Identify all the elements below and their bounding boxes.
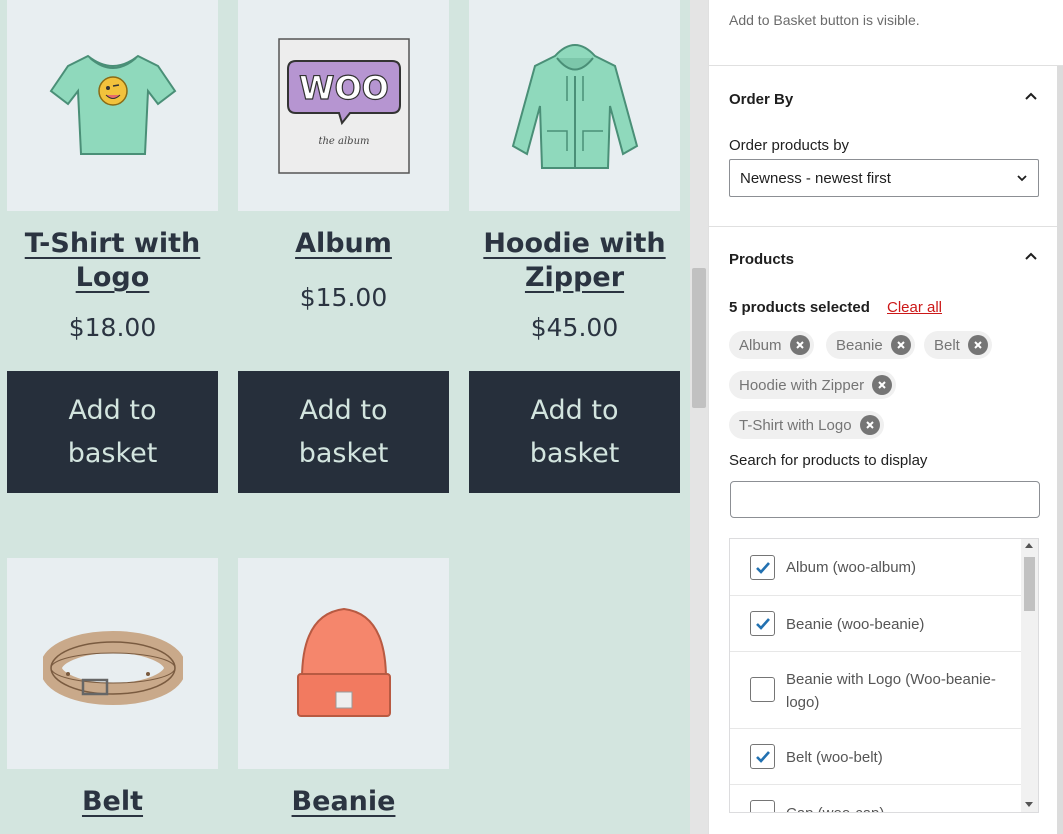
products-panel-toggle[interactable]: Products bbox=[729, 251, 794, 268]
list-item-label: Beanie (woo-beanie) bbox=[786, 616, 925, 633]
list-item-label: Cap (woo-cap) bbox=[786, 802, 1006, 812]
product-image[interactable]: WOO the album bbox=[238, 0, 449, 211]
list-item[interactable]: Belt (woo-belt) bbox=[730, 729, 1022, 785]
visibility-section: Add to Basket button is visible. bbox=[709, 0, 1063, 66]
sidebar-scrollbar[interactable] bbox=[1057, 66, 1063, 834]
product-title[interactable]: Album bbox=[238, 227, 449, 261]
checkbox-checked[interactable] bbox=[750, 555, 775, 580]
tshirt-icon bbox=[49, 54, 176, 155]
list-item[interactable]: Beanie (woo-beanie) bbox=[730, 596, 1022, 652]
checkbox-unchecked[interactable] bbox=[750, 800, 775, 812]
list-scrollbar[interactable] bbox=[1021, 539, 1038, 812]
help-text: Add to Basket button is visible. bbox=[729, 12, 920, 28]
album-caption: the album bbox=[318, 136, 369, 147]
product-image[interactable] bbox=[7, 0, 218, 211]
belt-icon bbox=[42, 630, 183, 705]
list-item-label: Album (woo-album) bbox=[786, 559, 917, 576]
product-title[interactable]: Belt bbox=[7, 785, 218, 819]
album-logo-text: WOO bbox=[299, 69, 389, 107]
order-by-panel: Order By Order products by Newness - new… bbox=[709, 66, 1063, 227]
order-by-panel-toggle[interactable]: Order By bbox=[729, 91, 793, 108]
list-item[interactable]: Cap (woo-cap) bbox=[730, 785, 1022, 812]
order-by-label: Order products by bbox=[729, 137, 850, 154]
beanie-icon bbox=[296, 607, 391, 717]
product-card-hoodie: Hoodie with Zipper $45.00 Add to basket bbox=[469, 0, 680, 493]
product-title[interactable]: Beanie bbox=[238, 785, 449, 819]
list-item[interactable]: Album (woo-album) bbox=[730, 539, 1022, 596]
scroll-down-icon[interactable] bbox=[1025, 802, 1033, 807]
product-card-beanie: Beanie bbox=[238, 558, 449, 819]
product-image[interactable] bbox=[7, 558, 218, 769]
chip-label: T-Shirt with Logo bbox=[739, 416, 852, 434]
remove-chip-icon[interactable] bbox=[789, 335, 810, 355]
order-by-select[interactable]: Newness - newest first bbox=[729, 159, 1039, 197]
checkbox-checked[interactable] bbox=[750, 611, 775, 636]
checkmark-icon bbox=[755, 750, 770, 763]
hoodie-icon bbox=[511, 43, 638, 169]
product-title[interactable]: T-Shirt with Logo bbox=[7, 227, 218, 295]
checkmark-icon bbox=[755, 617, 770, 630]
checkmark-icon bbox=[755, 561, 770, 574]
product-title[interactable]: Hoodie with Zipper bbox=[469, 227, 680, 295]
chip-label: Belt bbox=[934, 336, 960, 354]
remove-chip-icon[interactable] bbox=[967, 335, 988, 355]
chevron-down-icon bbox=[1017, 175, 1027, 182]
clear-all-link[interactable]: Clear all bbox=[887, 299, 942, 316]
product-price: $45.00 bbox=[530, 313, 619, 342]
product-price: $18.00 bbox=[68, 313, 157, 342]
chevron-up-icon[interactable] bbox=[1024, 91, 1038, 101]
order-by-value: Newness - newest first bbox=[740, 169, 891, 187]
remove-chip-icon[interactable] bbox=[859, 415, 880, 435]
canvas-scrollbar-thumb[interactable] bbox=[692, 268, 706, 408]
remove-chip-icon[interactable] bbox=[872, 375, 893, 395]
selected-product-chip: Hoodie with Zipper bbox=[729, 371, 897, 399]
list-item-label: Belt (woo-belt) bbox=[786, 749, 883, 766]
product-card-belt: Belt bbox=[7, 558, 218, 819]
remove-chip-icon[interactable] bbox=[890, 335, 911, 355]
add-to-basket-button[interactable]: Add to basket bbox=[238, 371, 449, 493]
list-item-label: Beanie with Logo (Woo-beanie-logo) bbox=[786, 671, 996, 711]
product-price: $15.00 bbox=[299, 283, 388, 312]
chip-label: Hoodie with Zipper bbox=[739, 376, 865, 394]
selected-count: 5 products selected bbox=[729, 299, 870, 316]
checkbox-unchecked[interactable] bbox=[750, 677, 775, 702]
scroll-up-icon[interactable] bbox=[1025, 543, 1033, 548]
selected-product-chip: Belt bbox=[924, 331, 992, 359]
chip-label: Album bbox=[739, 336, 782, 354]
selected-product-chip: T-Shirt with Logo bbox=[729, 411, 884, 439]
chip-label: Beanie bbox=[836, 336, 883, 354]
product-checkbox-list: Album (woo-album) Beanie (woo-beanie) Be… bbox=[729, 538, 1039, 813]
add-to-basket-button[interactable]: Add to basket bbox=[7, 371, 218, 493]
list-item[interactable]: Beanie with Logo (Woo-beanie-logo) bbox=[730, 652, 1022, 729]
chevron-up-icon[interactable] bbox=[1024, 251, 1038, 261]
add-to-basket-button[interactable]: Add to basket bbox=[469, 371, 680, 493]
product-image[interactable] bbox=[469, 0, 680, 211]
product-search-input[interactable] bbox=[730, 481, 1040, 518]
product-card-album: WOO the album Album $15.00 Add to basket bbox=[238, 0, 449, 493]
checkbox-checked[interactable] bbox=[750, 744, 775, 769]
product-image[interactable] bbox=[238, 558, 449, 769]
selected-product-chip: Beanie bbox=[826, 331, 915, 359]
canvas-scrollbar[interactable] bbox=[690, 0, 708, 834]
search-label: Search for products to display bbox=[729, 452, 928, 469]
block-settings-sidebar: Add to Basket button is visible. Order B… bbox=[708, 0, 1063, 834]
album-icon: WOO the album bbox=[277, 37, 410, 174]
list-scrollbar-thumb[interactable] bbox=[1024, 557, 1035, 611]
selected-product-chip: Album bbox=[729, 331, 814, 359]
editor-canvas: T-Shirt with Logo $18.00 Add to basket W… bbox=[0, 0, 690, 834]
product-card-tshirt: T-Shirt with Logo $18.00 Add to basket bbox=[7, 0, 218, 493]
